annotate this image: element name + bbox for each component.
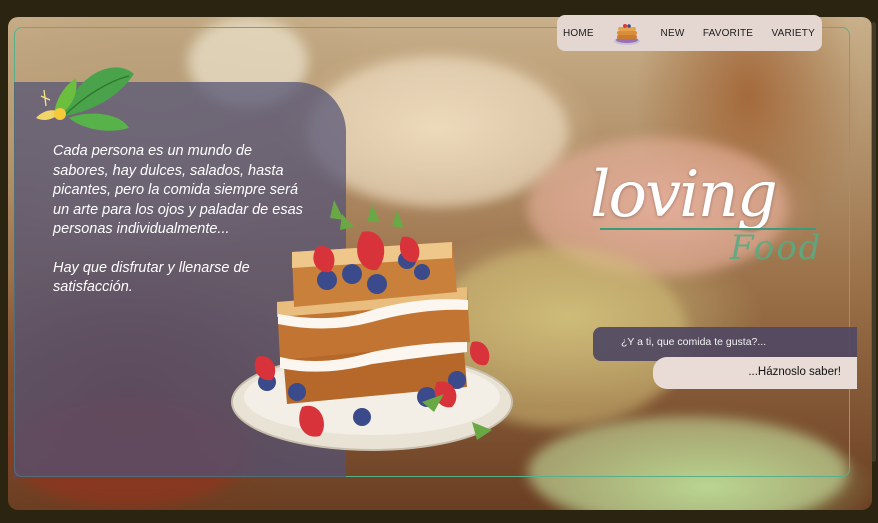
cta-button[interactable]: ...Háznoslo saber! (653, 357, 857, 389)
pancake-stack-icon[interactable] (612, 20, 642, 46)
top-navigation: HOME NEW FAVORITE VARIETY (557, 15, 822, 51)
leaf-flower-icon (36, 67, 134, 131)
hero-title-main: loving (590, 158, 778, 232)
nav-item-home[interactable]: HOME (563, 28, 594, 39)
scrollbar[interactable] (871, 22, 876, 462)
hero-title-sub: Food (730, 228, 823, 268)
cta-question: ¿Y a ti, que comida te gusta?... (593, 327, 857, 361)
nav-item-favorite[interactable]: FAVORITE (703, 28, 753, 39)
background-plate-top (308, 57, 568, 207)
nav-item-new[interactable]: NEW (661, 28, 685, 39)
background-plate-salad (528, 417, 848, 510)
nav-item-variety[interactable]: VARIETY (772, 28, 815, 39)
french-toast-image (231, 200, 513, 451)
